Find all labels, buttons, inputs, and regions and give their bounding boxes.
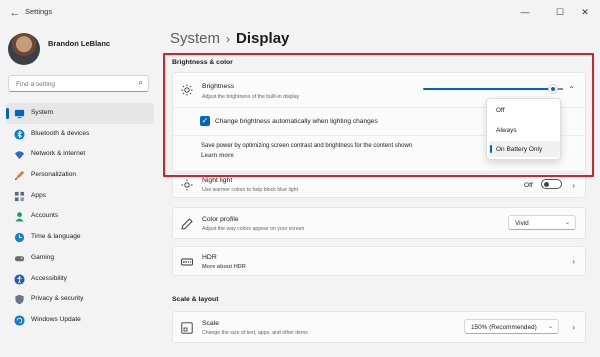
- controller-icon: [14, 256, 25, 262]
- night-light-title: Night light: [202, 177, 233, 184]
- highlight-box: [163, 53, 594, 177]
- color-profile-value: Vivid: [515, 220, 529, 227]
- title-bar: ← Settings — ☐ ✕: [0, 0, 600, 26]
- search-box[interactable]: ⌕: [8, 75, 149, 92]
- sidebar-item-time-language[interactable]: Time & language: [6, 227, 154, 248]
- chevron-down-icon: ⌄: [547, 324, 553, 330]
- breadcrumb-parent[interactable]: System: [170, 30, 220, 47]
- back-arrow-icon[interactable]: ←: [8, 6, 22, 20]
- section-title-scale-layout: Scale & layout: [172, 296, 219, 303]
- scale-value: 150% (Recommended): [471, 324, 537, 331]
- sidebar-item-bluetooth[interactable]: Bluetooth & devices: [6, 124, 154, 145]
- sidebar-item-apps[interactable]: Apps: [6, 186, 154, 207]
- minimize-button[interactable]: —: [514, 4, 536, 20]
- system-icon: [14, 109, 25, 119]
- night-light-toggle[interactable]: [541, 179, 562, 189]
- sidebar-nav: System Bluetooth & devices Network & int…: [6, 103, 154, 331]
- sidebar-item-privacy-security[interactable]: Privacy & security: [6, 289, 154, 310]
- pen-icon: [181, 218, 193, 230]
- wifi-icon: [14, 151, 25, 160]
- hdr-link[interactable]: More about HDR: [202, 264, 246, 270]
- apps-icon: [14, 191, 25, 201]
- sidebar-item-label: Accessibility: [31, 274, 67, 282]
- color-profile-subtitle: Adjust the way colors appear on your scr…: [202, 226, 305, 232]
- update-icon: [14, 315, 25, 326]
- sidebar-item-label: Personalization: [31, 171, 77, 179]
- hdr-title: HDR: [202, 254, 217, 261]
- scale-title: Scale: [202, 320, 220, 327]
- scale-icon: [181, 322, 193, 334]
- sidebar-item-label: Time & language: [31, 233, 81, 241]
- app-title: Settings: [25, 7, 53, 16]
- shield-icon: [15, 294, 24, 305]
- chevron-down-icon: ⌄: [564, 220, 570, 226]
- sidebar-item-personalization[interactable]: Personalization: [6, 165, 154, 186]
- sidebar-item-label: Bluetooth & devices: [31, 129, 90, 137]
- night-light-subtitle: Use warmer colors to help block blue lig…: [202, 187, 299, 193]
- hdr-icon: [181, 258, 193, 266]
- sidebar-item-label: Windows Update: [31, 315, 81, 323]
- sun-icon: [181, 179, 193, 191]
- color-profile-title: Color profile: [202, 216, 239, 223]
- sidebar-item-label: Network & internet: [31, 150, 86, 158]
- globe-clock-icon: [14, 233, 25, 243]
- sidebar-item-system[interactable]: System: [6, 103, 154, 124]
- page-title: Display: [236, 30, 290, 47]
- maximize-button[interactable]: ☐: [549, 4, 571, 20]
- sidebar-item-accessibility[interactable]: Accessibility: [6, 269, 154, 290]
- sidebar-item-windows-update[interactable]: Windows Update: [6, 310, 154, 331]
- brush-icon: [14, 170, 25, 181]
- sidebar-item-label: Accounts: [31, 212, 59, 220]
- scale-select[interactable]: 150% (Recommended) ⌄: [464, 319, 559, 334]
- sidebar-item-accounts[interactable]: Accounts: [6, 206, 154, 227]
- accessibility-icon: [14, 273, 25, 285]
- person-icon: [15, 212, 24, 222]
- sidebar-item-gaming[interactable]: Gaming: [6, 248, 154, 269]
- breadcrumb: System › Display: [170, 30, 289, 47]
- close-button[interactable]: ✕: [574, 4, 596, 20]
- search-input[interactable]: [14, 78, 129, 90]
- color-profile-select[interactable]: Vivid ⌄: [508, 215, 576, 230]
- avatar[interactable]: [8, 33, 40, 65]
- sidebar-item-label: Gaming: [31, 253, 55, 261]
- bluetooth-icon: [14, 129, 25, 140]
- chevron-right-icon[interactable]: ›: [572, 323, 575, 332]
- scale-subtitle: Change the size of text, apps, and other…: [202, 330, 308, 336]
- chevron-right-icon[interactable]: ›: [572, 257, 575, 266]
- night-light-state: Off: [524, 182, 533, 189]
- breadcrumb-separator: ›: [226, 32, 231, 46]
- sidebar-item-label: Apps: [31, 191, 47, 199]
- sidebar-item-network[interactable]: Network & internet: [6, 144, 154, 165]
- hdr-card[interactable]: HDR More about HDR ›: [172, 246, 586, 276]
- sidebar-item-label: System: [31, 109, 53, 116]
- search-icon[interactable]: ⌕: [139, 78, 143, 88]
- sidebar-item-label: Privacy & security: [31, 295, 84, 303]
- profile-name: Brandon LeBlanc: [48, 39, 111, 48]
- chevron-right-icon[interactable]: ›: [572, 181, 575, 190]
